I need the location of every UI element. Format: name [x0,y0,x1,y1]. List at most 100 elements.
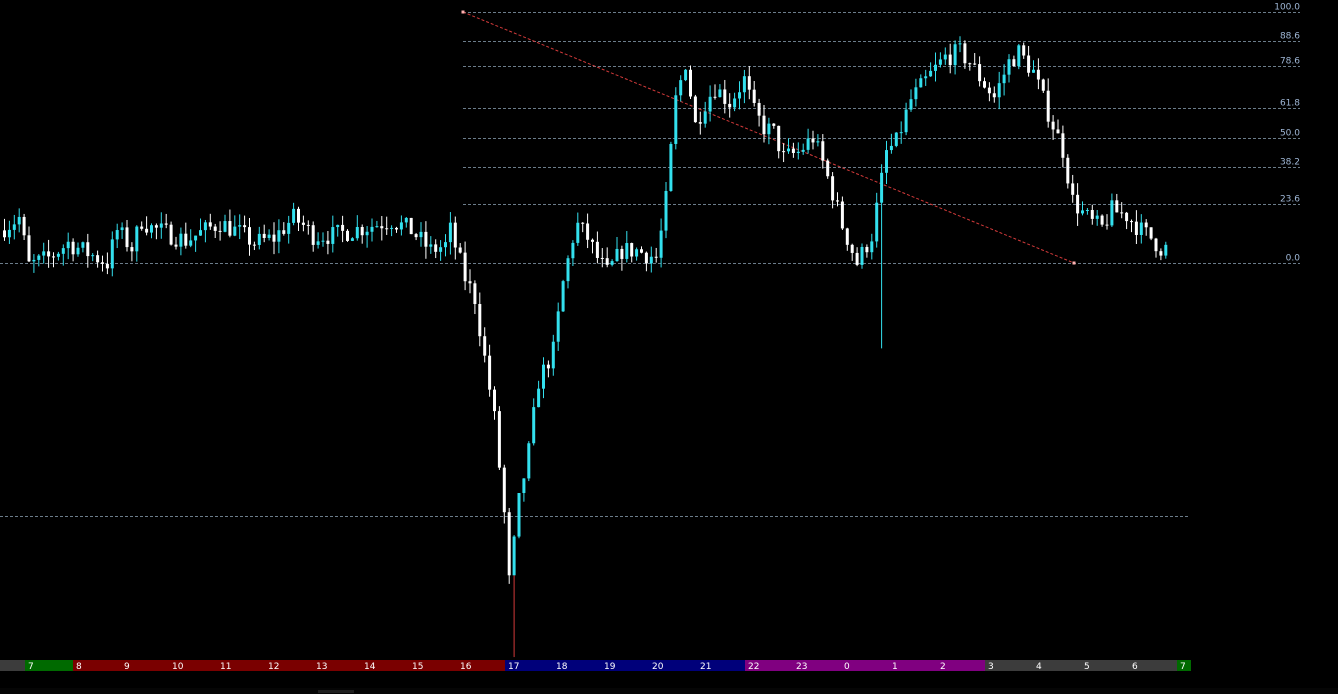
candle-body [1159,251,1163,256]
time-axis-label: 11 [220,662,231,672]
candle-body [811,138,815,143]
time-axis-label: 15 [412,662,423,672]
candle-body [958,43,962,45]
candle-body [1027,55,1031,73]
candle-body [889,145,893,151]
candle-body [61,248,65,254]
candle-body [875,202,879,242]
candle-body [228,221,232,236]
candle-up [674,87,678,150]
candle-body [306,224,310,226]
candle-body [767,123,771,135]
candle-body [595,241,599,258]
candle-body [145,228,149,233]
candle-body [301,222,305,225]
candle-body [150,225,153,233]
candle-down [689,65,692,100]
candle-body [380,226,384,229]
candle-body [233,226,237,236]
time-axis-label: 3 [988,662,994,672]
candle-up [517,492,521,539]
candle-body [733,98,737,108]
candle-body [199,230,202,236]
candle-body [1120,212,1124,214]
candle-down [693,94,697,123]
candle-body [610,261,614,265]
price-chart[interactable]: 100.088.678.661.850.038.223.60.0 7 8 9 10 11… [0,0,1338,694]
time-axis-label: 6 [1132,662,1138,672]
candle-body [1115,200,1119,213]
candle-body [56,253,60,257]
candle-body [1081,210,1084,214]
fib-level-label: 78.6 [1280,57,1300,67]
candle-body [1090,210,1094,219]
candle-body [507,512,511,576]
candle-body [919,78,923,88]
candle-body [434,244,438,252]
candle-body [1007,59,1011,75]
candle-body [1139,222,1143,235]
candle-body [983,81,986,88]
fib-level-label: 23.6 [1280,195,1300,205]
candle-body [605,258,609,265]
candle-body [1032,69,1035,73]
candle-body [174,244,178,247]
candle-body [635,249,639,257]
candle-body [292,208,296,223]
candle-body [424,231,428,247]
candle-body [159,223,163,228]
candle-body [698,122,702,124]
fib-level-label: 38.2 [1280,158,1300,168]
candle-body [32,259,36,262]
candle-body [12,224,16,230]
candle-body [350,238,354,241]
candle-up [684,68,688,82]
scrollbar-thumb[interactable] [318,690,354,693]
candle-body [439,247,443,252]
time-axis: 7 8 9 10 11 12 13 14 15 16 17 18 19 20 21 22 23 0 1 2 3 4 5 6 7 [0,660,1191,672]
candle-body [66,241,70,249]
candle-body [850,244,854,253]
candle-body [684,69,688,81]
candle-body [742,76,746,93]
candle-body [169,224,173,245]
candle-body [1051,121,1055,130]
candle-body [7,229,11,238]
candle-body [894,132,898,146]
candle-body [512,536,516,576]
candle-body [37,255,41,260]
candle-body [22,216,26,236]
candle-body [179,233,183,247]
candle-body [478,304,482,337]
candle-body [654,256,658,258]
candle-body [105,263,109,269]
candle-body [1061,133,1065,158]
candle-body [938,59,942,65]
candle-down [840,196,844,230]
candle-body [365,231,369,236]
candle-body [27,235,31,262]
candle-body [101,262,104,264]
candle-body [816,141,820,143]
candle-body [458,247,462,253]
time-axis-label: 10 [172,662,184,672]
horizontal-scrollbar[interactable] [0,688,1338,694]
candle-body [546,364,550,369]
time-axis-label: 2 [940,662,946,672]
candle-down [1066,154,1070,189]
candle-body [390,227,394,229]
candle-body [997,83,1001,98]
candle-body [581,222,585,224]
time-axis-label: 5 [1084,662,1090,672]
candle-body [1036,69,1040,80]
candle-body [1125,212,1129,222]
candle-body [600,257,604,259]
candle-body [772,123,776,126]
time-axis-label: 8 [76,662,82,672]
time-axis-label: 16 [460,662,472,672]
time-axis-label: 4 [1036,662,1042,672]
candle-body [282,230,286,234]
candle-body [81,242,85,248]
fib-level-label: 88.6 [1280,32,1300,42]
candle-down [346,229,349,242]
